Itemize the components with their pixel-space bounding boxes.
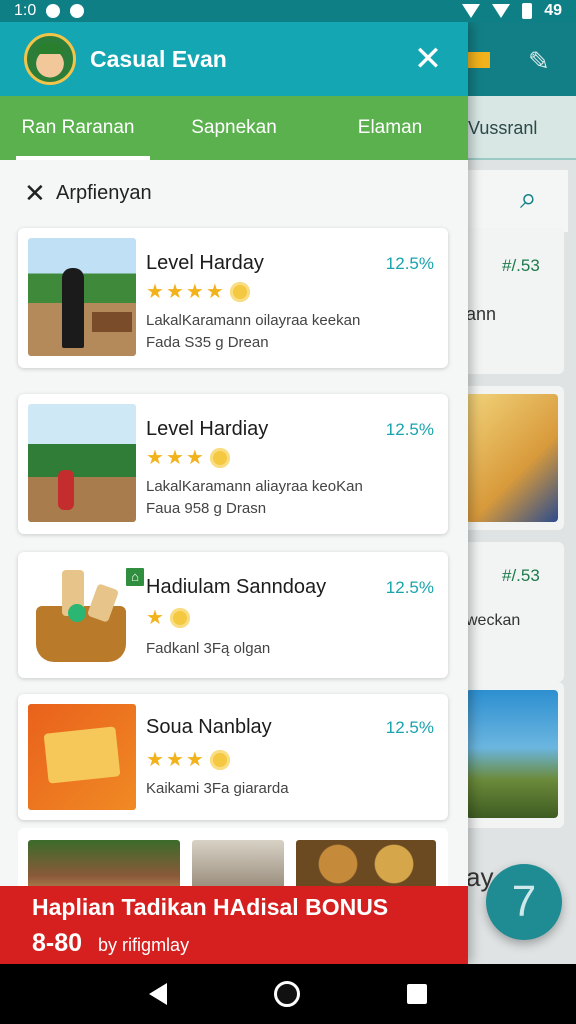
- item-percent: 12.5%: [385, 718, 434, 737]
- item-thumbnail: [28, 704, 136, 810]
- promo-banner[interactable]: Haplian Tadikan HAdisal BONUS 8-80 by ri…: [0, 886, 468, 964]
- background-card[interactable]: [460, 228, 564, 374]
- item-thumbnail: [28, 556, 136, 674]
- star-icon: ★: [165, 281, 184, 303]
- background-image: [466, 690, 558, 818]
- coin-icon: [229, 282, 250, 302]
- wifi-icon: [462, 4, 481, 18]
- coin-icon: [209, 448, 230, 468]
- item-percent: 12.5%: [385, 420, 434, 439]
- item-title: Soua Nanblay: [146, 716, 272, 738]
- coin-icon: [209, 750, 230, 770]
- star-icon: ★: [146, 607, 164, 629]
- rating-stars: ★ ★ ★: [146, 750, 230, 770]
- banner-by: by rifigmlay: [98, 935, 190, 955]
- background-tab[interactable]: Vussranl: [468, 118, 537, 139]
- floating-action-button[interactable]: 7: [486, 864, 562, 940]
- item-description: LakalKaramann oilayraa keekan: [146, 312, 361, 329]
- home-icon[interactable]: [273, 981, 300, 1007]
- clear-filter-icon[interactable]: ✕: [24, 178, 46, 209]
- item-title: Level Hardiay: [146, 418, 269, 440]
- background-price: #/.53: [502, 566, 540, 585]
- thumbnail-person: [62, 268, 84, 348]
- star-icon: ★: [185, 749, 204, 771]
- item-subtext: Faua 958 g Drasn: [146, 500, 267, 517]
- edit-icon[interactable]: ✎: [528, 46, 550, 77]
- status-time: 1:0: [14, 2, 37, 19]
- status-signal-text: 49: [544, 2, 562, 19]
- star-icon: ★: [185, 447, 204, 469]
- drawer-tabs: Ran Raranan Sapnekan Elaman: [0, 96, 468, 160]
- star-icon: ★: [146, 281, 164, 303]
- item-percent: 12.5%: [385, 254, 434, 273]
- list-item[interactable]: ⌂ Hadiulam Sanndoay 12.5% ★ Fadkanl 3Fą …: [18, 552, 448, 678]
- star-icon: ★: [185, 281, 204, 303]
- list-item[interactable]: Soua Nanblay 12.5% ★ ★ ★ Kaikami 3Fa giara…: [18, 694, 448, 820]
- banner-number: 8-80: [32, 929, 83, 957]
- background-price: #/.53: [502, 256, 540, 275]
- tab-elaman[interactable]: Elaman: [312, 96, 468, 160]
- background-text: weckan: [466, 612, 521, 629]
- tab-sapnekan[interactable]: Sapnekan: [156, 96, 312, 160]
- item-title: Hadiulam Sanndoay: [146, 576, 327, 598]
- close-icon[interactable]: ✕: [412, 42, 444, 76]
- background-search[interactable]: ⌕: [468, 170, 568, 232]
- item-description: Kaikami 3Fa giararda: [146, 780, 289, 797]
- item-subtext: Fada S35 g Drean: [146, 334, 269, 351]
- back-icon[interactable]: [149, 983, 168, 1005]
- avatar[interactable]: [24, 33, 76, 85]
- system-nav-bar: [0, 964, 576, 1024]
- search-icon[interactable]: ⌕: [520, 182, 537, 216]
- rating-stars: ★: [146, 608, 190, 628]
- thumbnail-table: [92, 312, 132, 332]
- notification-icon: [46, 4, 61, 18]
- banner-subline: 8-80 by rifigmlay: [32, 929, 436, 958]
- navigation-drawer: Casual Evan ✕ Ran Raranan Sapnekan Elama…: [0, 22, 468, 964]
- rating-stars: ★ ★ ★: [146, 448, 230, 468]
- item-title: Level Harday: [146, 252, 264, 274]
- banner-title: Haplian Tadikan HAdisal BONUS: [32, 894, 389, 920]
- signal-icon: [492, 4, 511, 18]
- thumbnail-person: [58, 470, 74, 510]
- rating-stars: ★ ★ ★ ★: [146, 282, 250, 302]
- item-percent: 12.5%: [385, 578, 434, 597]
- item-thumbnail: [28, 404, 136, 522]
- list-item[interactable]: Level Harday 12.5% ★ ★ ★ ★ LakalKaramann oi…: [18, 228, 448, 368]
- star-icon: ★: [205, 281, 224, 303]
- recents-icon[interactable]: [406, 984, 427, 1004]
- battery-icon: [522, 3, 533, 19]
- sync-icon: [70, 4, 85, 18]
- item-thumbnail: [28, 238, 136, 356]
- item-description: Fadkanl 3Fą olgan: [146, 640, 271, 657]
- background-image: [466, 394, 558, 522]
- drawer-header: Casual Evan ✕: [0, 22, 468, 96]
- coin-icon: [169, 608, 190, 628]
- filter-label: Arpfienyan: [56, 181, 152, 204]
- list-item[interactable]: Level Hardiay 12.5% ★ ★ ★ LakalKaramann al…: [18, 394, 448, 534]
- star-icon: ★: [146, 447, 164, 469]
- background-text: ann: [466, 304, 497, 324]
- drawer-title: Casual Evan: [90, 45, 227, 72]
- background-flag-icon: [468, 52, 490, 68]
- item-description: LakalKaramann aliayraa keoKan: [146, 478, 363, 495]
- home-badge-icon: ⌂: [124, 566, 146, 588]
- filter-chip[interactable]: ✕ Arpfienyan: [0, 160, 468, 226]
- status-bar: 1:0 49: [0, 0, 576, 22]
- thumbnail-fruit: [68, 604, 86, 622]
- star-icon: ★: [165, 447, 184, 469]
- star-icon: ★: [165, 749, 184, 771]
- thumbnail-sign: [43, 726, 121, 784]
- star-icon: ★: [146, 749, 164, 771]
- tab-ran-raranan[interactable]: Ran Raranan: [0, 96, 156, 160]
